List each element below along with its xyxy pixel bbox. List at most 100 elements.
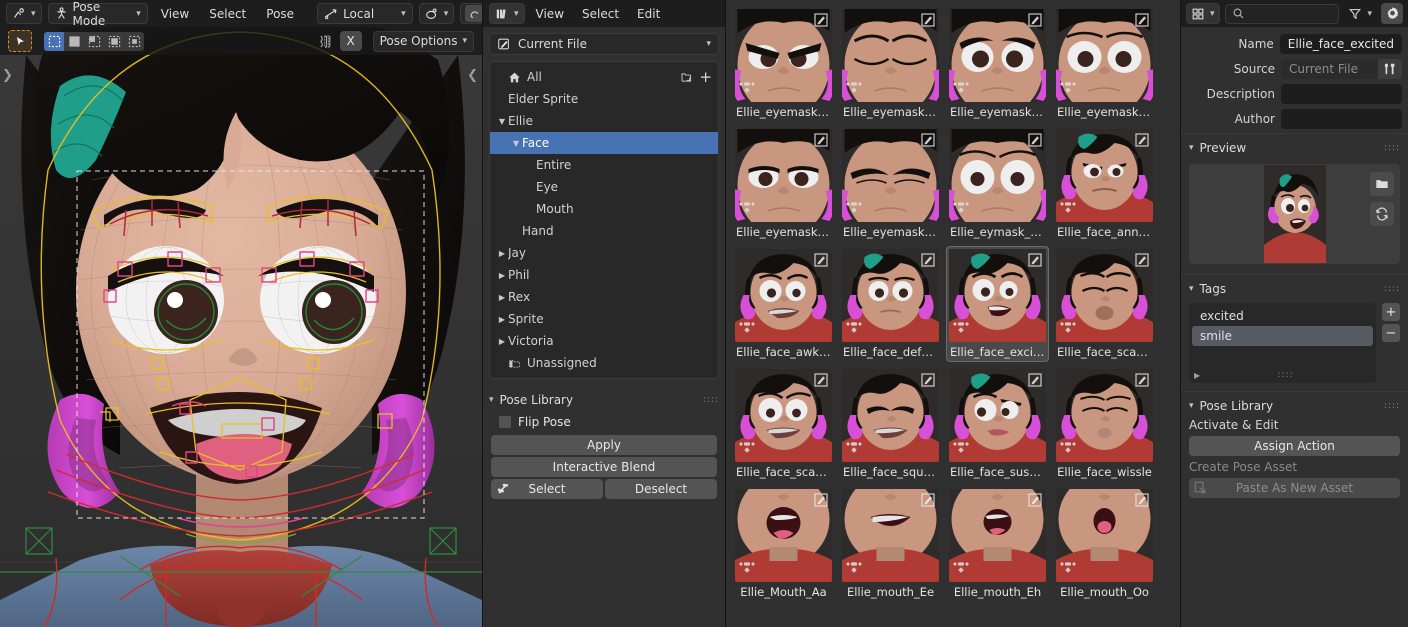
asset-item[interactable]: Ellie_mouth_Eh xyxy=(944,484,1051,604)
paste-as-new-asset-button[interactable]: Paste As New Asset xyxy=(1189,478,1400,498)
preview-section-header[interactable]: ▾ Preview :::: xyxy=(1181,138,1408,158)
chevron-right-icon[interactable]: ▶ xyxy=(496,271,508,280)
asset-thumbnail[interactable] xyxy=(949,129,1046,222)
asset-item[interactable]: Ellie_face_annoyed xyxy=(1051,124,1158,244)
active-tool-button[interactable] xyxy=(8,30,32,52)
asset-thumbnail[interactable] xyxy=(842,129,939,222)
snap-magnet-icon[interactable] xyxy=(465,5,482,22)
asset-item[interactable]: Ellie_face_scared2 xyxy=(730,364,837,484)
chevron-down-icon[interactable]: ▼ xyxy=(496,117,508,126)
flip-pose-checkbox[interactable] xyxy=(499,416,511,428)
asset-thumbnail[interactable] xyxy=(735,249,832,342)
asset-item-inner[interactable]: Ellie_face_awkward xyxy=(733,247,834,361)
select-mode-group[interactable] xyxy=(44,32,144,51)
asset-thumbnail[interactable] xyxy=(949,249,1046,342)
plus-icon[interactable]: + xyxy=(1382,303,1400,321)
search-input[interactable] xyxy=(1225,4,1340,24)
new-catalog-icon[interactable] xyxy=(680,71,693,84)
expand-triangle-icon[interactable]: ▶ xyxy=(1194,371,1200,380)
asset-thumbnail[interactable] xyxy=(842,249,939,342)
flip-pose-row[interactable]: Flip Pose xyxy=(489,411,719,435)
asset-item-inner[interactable]: Ellie_mouth_Oo xyxy=(1054,487,1155,601)
source-tool-icon[interactable] xyxy=(1378,59,1402,79)
asset-thumbnail[interactable] xyxy=(949,369,1046,462)
asset-item-inner[interactable]: Ellie_face_default xyxy=(840,247,941,361)
interactive-blend-button[interactable]: Interactive Blend xyxy=(491,457,717,477)
asset-item[interactable]: Ellie_Mouth_Aa xyxy=(730,484,837,604)
catalog-item-elder-sprite[interactable]: Elder Sprite xyxy=(490,88,718,110)
asset-thumbnail[interactable] xyxy=(1056,249,1153,342)
viewport-render[interactable] xyxy=(0,0,482,627)
asset-item[interactable]: Ellie_face_awkward xyxy=(730,244,837,364)
transform-orientation-selector[interactable]: Local ▾ xyxy=(317,3,413,24)
asset-thumbnail[interactable] xyxy=(1056,369,1153,462)
props-pose-library-header[interactable]: ▾ Pose Library :::: xyxy=(1181,396,1408,416)
x-axis-mirror-toggle[interactable]: X xyxy=(340,31,362,51)
asset-menu-select[interactable]: Select xyxy=(575,3,626,24)
asset-item[interactable]: Ellie_face_squint xyxy=(837,364,944,484)
load-preview-button[interactable] xyxy=(1370,172,1394,196)
deselect-bones-button[interactable]: Deselect xyxy=(605,479,717,499)
asset-thumbnail[interactable] xyxy=(949,489,1046,582)
asset-item[interactable]: Ellie_eyemask_rel… xyxy=(730,124,837,244)
chevron-right-icon[interactable]: ▶ xyxy=(496,315,508,324)
chevron-right-icon[interactable]: ▶ xyxy=(496,249,508,258)
asset-thumbnail[interactable] xyxy=(1056,129,1153,222)
author-input[interactable] xyxy=(1281,109,1402,129)
viewport-left-edge-arrow[interactable]: ❯ xyxy=(2,68,13,83)
pivot-point-selector[interactable]: ▾ xyxy=(419,3,455,24)
catalog-item-ellie[interactable]: ▼Ellie xyxy=(490,110,718,132)
refresh-preview-button[interactable] xyxy=(1370,202,1394,226)
catalog-item-rex[interactable]: ▶Rex xyxy=(490,286,718,308)
asset-grid-area[interactable]: Ellie_eyemask_an…Ellie_eyemask_clo…Ellie… xyxy=(725,0,1180,627)
catalog-item-eye[interactable]: Eye xyxy=(490,176,718,198)
extend-select-mode-icon[interactable] xyxy=(64,32,84,51)
display-mode-selector[interactable]: ▾ xyxy=(1186,3,1220,24)
asset-item[interactable]: Ellie_eyemask_sq… xyxy=(837,124,944,244)
asset-thumbnail[interactable] xyxy=(949,9,1046,102)
asset-item-inner[interactable]: Ellie_eyemask_sq… xyxy=(840,127,941,241)
filter-dropdown[interactable]: ▾ xyxy=(1344,3,1376,24)
asset-item-inner[interactable]: Ellie_face_squint xyxy=(840,367,941,481)
asset-item-inner[interactable]: Ellie_face_wissle xyxy=(1054,367,1155,481)
asset-item[interactable]: Ellie_eyemask_clo… xyxy=(837,4,944,124)
asset-item-inner[interactable]: Ellie_eyemask_co… xyxy=(1054,7,1155,121)
assign-action-button[interactable]: Assign Action xyxy=(1189,436,1400,456)
menu-pose[interactable]: Pose xyxy=(259,3,301,24)
catalog-tree[interactable]: All+Elder Sprite▼Ellie▼FaceEntireEyeMout… xyxy=(489,61,719,379)
catalog-item-sprite[interactable]: ▶Sprite xyxy=(490,308,718,330)
preview-image[interactable] xyxy=(1189,164,1400,264)
catalog-item-entire[interactable]: Entire xyxy=(490,154,718,176)
asset-library-selector[interactable]: Current File ▾ xyxy=(489,33,719,55)
chevron-down-icon[interactable]: ▼ xyxy=(510,139,522,148)
asset-item[interactable]: Ellie_face_suspicio… xyxy=(944,364,1051,484)
asset-item[interactable]: Ellie_eyemask_an… xyxy=(730,4,837,124)
source-input[interactable]: Current File xyxy=(1281,59,1402,79)
asset-menu-view[interactable]: View xyxy=(529,3,571,24)
description-input[interactable] xyxy=(1281,84,1402,104)
asset-item-inner[interactable]: Ellie_face_scared xyxy=(1054,247,1155,361)
asset-editor-type-selector[interactable]: ▾ xyxy=(489,3,525,24)
tag-item[interactable]: excited xyxy=(1192,306,1373,326)
asset-item[interactable]: Ellie_mouth_Oo xyxy=(1051,484,1158,604)
editor-type-selector[interactable]: ▾ xyxy=(6,3,42,24)
asset-thumbnail[interactable] xyxy=(735,489,832,582)
minus-icon[interactable]: − xyxy=(1382,324,1400,342)
asset-item-inner[interactable]: Ellie_Mouth_Aa xyxy=(733,487,834,601)
catalog-item-mouth[interactable]: Mouth xyxy=(490,198,718,220)
invert-select-mode-icon[interactable] xyxy=(104,32,124,51)
catalog-item-all[interactable]: All+ xyxy=(490,66,718,88)
asset-menu-edit[interactable]: Edit xyxy=(630,3,667,24)
asset-item[interactable]: Ellie_face_wissle xyxy=(1051,364,1158,484)
pose-options-dropdown[interactable]: Pose Options ▾ xyxy=(373,31,474,52)
chevron-right-icon[interactable]: ▶ xyxy=(496,293,508,302)
asset-thumbnail[interactable] xyxy=(735,9,832,102)
asset-item[interactable]: Ellie_eymask_scar… xyxy=(944,124,1051,244)
catalog-item-unassigned[interactable]: Unassigned xyxy=(490,352,718,374)
asset-item[interactable]: Ellie_eyemask_co… xyxy=(1051,4,1158,124)
asset-thumbnail[interactable] xyxy=(735,369,832,462)
intersect-select-mode-icon[interactable] xyxy=(124,32,144,51)
asset-thumbnail[interactable] xyxy=(842,489,939,582)
asset-item-inner[interactable]: Ellie_eyemask_co… xyxy=(947,7,1048,121)
snapping-controls[interactable]: ▾ xyxy=(460,3,482,24)
